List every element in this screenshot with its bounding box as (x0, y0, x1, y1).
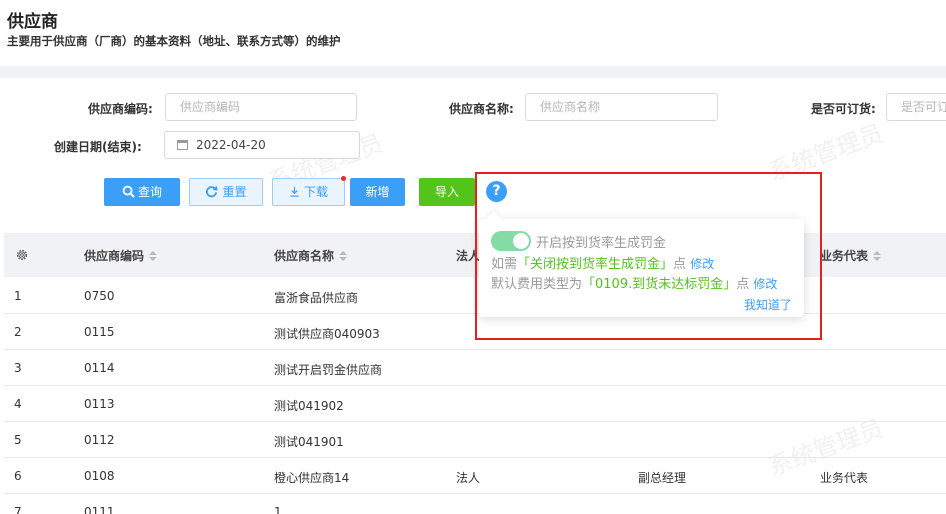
refresh-icon (206, 186, 219, 198)
sort-icon[interactable] (873, 251, 882, 261)
gear-icon[interactable] (15, 248, 29, 262)
column-header-code[interactable]: 供应商编码 (84, 247, 158, 264)
download-icon (290, 186, 299, 197)
cell-name: 富浙食品供应商 (274, 291, 359, 305)
download-button[interactable]: 下载 (272, 178, 345, 206)
page-header: 供应商 主要用于供应商（厂商）的基本资料（地址、联系方式等）的维护 (0, 0, 946, 66)
supplier-code-input[interactable]: 供应商编码 (165, 93, 357, 121)
table-row[interactable]: 7 0111 1 (4, 494, 946, 514)
cell-idx: 3 (14, 361, 22, 375)
import-button[interactable]: 导入 (419, 178, 475, 206)
cell-name: 测试开启罚金供应商 (274, 363, 383, 377)
cell-rep: 业务代表 (820, 471, 869, 485)
supplier-page: 系统管理员 系统管理员 系统管理员 供应商 主要用于供应商（厂商）的基本资料（地… (0, 0, 946, 514)
cell-position: 副总经理 (638, 471, 687, 485)
page-title: 供应商 (7, 12, 58, 32)
create-date-picker[interactable]: 2022-04-20 (164, 131, 360, 159)
create-date-value: 2022-04-20 (196, 138, 266, 152)
supplier-name-input[interactable]: 供应商名称 (525, 93, 718, 121)
query-button[interactable]: 查询 (104, 178, 180, 206)
notification-dot (341, 176, 346, 181)
cell-idx: 7 (14, 505, 22, 514)
page-subtitle: 主要用于供应商（厂商）的基本资料（地址、联系方式等）的维护 (7, 34, 341, 48)
cell-legal: 法人 (456, 471, 481, 485)
cell-code: 0750 (84, 289, 115, 303)
column-header-name[interactable]: 供应商名称 (274, 247, 348, 264)
supplier-name-label: 供应商名称: (449, 102, 514, 116)
sort-icon[interactable] (339, 251, 348, 261)
cell-name: 1 (274, 505, 282, 514)
supplier-code-label: 供应商编码: (88, 102, 153, 116)
cell-code: 0112 (84, 433, 115, 447)
query-button-label: 查询 (137, 185, 162, 199)
cell-code: 0114 (84, 361, 115, 375)
highlight-frame (475, 172, 822, 340)
orderable-label: 是否可订货: (811, 102, 876, 116)
section-divider (0, 66, 946, 78)
create-date-label: 创建日期(结束): (54, 140, 142, 154)
cell-name: 测试供应商040903 (274, 327, 380, 341)
table-row[interactable]: 6 0108 橙心供应商14 法人 副总经理 业务代表 (4, 458, 946, 494)
column-header-rep[interactable]: 业务代表 (820, 247, 882, 264)
cell-idx: 1 (14, 289, 22, 303)
cell-idx: 2 (14, 325, 22, 339)
reset-button-label: 重置 (222, 185, 247, 199)
table-row[interactable]: 4 0113 测试041902 (4, 386, 946, 422)
add-button[interactable]: 新增 (350, 178, 405, 206)
cell-name: 测试041901 (274, 435, 344, 449)
search-icon (122, 185, 135, 198)
cell-code: 0108 (84, 469, 115, 483)
cell-code: 0115 (84, 325, 115, 339)
reset-button[interactable]: 重置 (189, 178, 263, 206)
cell-idx: 4 (14, 397, 22, 411)
cell-code: 0113 (84, 397, 115, 411)
cell-idx: 6 (14, 469, 22, 483)
download-button-label: 下载 (303, 185, 328, 199)
cell-name: 测试041902 (274, 399, 344, 413)
calendar-icon (177, 140, 188, 150)
orderable-select[interactable]: 是否可订 (886, 93, 946, 121)
sort-icon[interactable] (149, 251, 158, 261)
cell-idx: 5 (14, 433, 22, 447)
table-row[interactable]: 3 0114 测试开启罚金供应商 (4, 350, 946, 386)
cell-code: 0111 (84, 505, 115, 514)
table-row[interactable]: 5 0112 测试041901 (4, 422, 946, 458)
cell-name: 橙心供应商14 (274, 471, 350, 485)
